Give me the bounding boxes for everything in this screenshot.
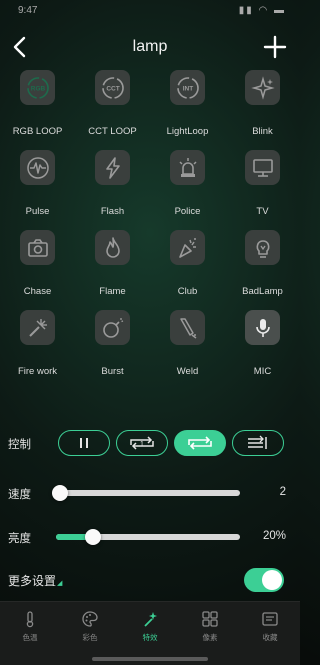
tab-label: 特效 bbox=[142, 633, 158, 642]
tab-label: 彩色 bbox=[82, 633, 98, 642]
bottom-tab-bar: 色温 彩色 特效 像素 收藏 bbox=[0, 601, 300, 665]
effect-label: Flash bbox=[100, 206, 125, 217]
control-label: 控制 bbox=[8, 439, 31, 451]
brightness-label: 亮度 bbox=[8, 533, 31, 545]
repeat-icon bbox=[188, 436, 212, 450]
more-settings-text: 更多设置 bbox=[8, 574, 57, 588]
effect-police[interactable]: Police bbox=[150, 150, 225, 220]
effect-cct-loop[interactable]: CCT CCT LOOP bbox=[75, 70, 150, 140]
firework-icon bbox=[20, 310, 55, 345]
effect-badlamp[interactable]: BadLamp bbox=[225, 230, 300, 300]
effect-label: Flame bbox=[99, 286, 126, 297]
tab-effects[interactable]: 特效 bbox=[120, 610, 180, 646]
speed-slider[interactable] bbox=[52, 485, 240, 501]
home-indicator bbox=[92, 657, 208, 661]
more-settings-label[interactable]: 更多设置◢ bbox=[8, 572, 62, 589]
repeat-one-button[interactable]: 1 bbox=[116, 430, 168, 456]
header: lamp bbox=[0, 28, 300, 68]
pixel-grid-icon bbox=[202, 611, 218, 627]
effect-label: BadLamp bbox=[242, 286, 283, 297]
tv-monitor-icon bbox=[245, 150, 280, 185]
speed-value: 2 bbox=[279, 486, 286, 498]
effect-rgb-loop[interactable]: RGB RGB LOOP bbox=[0, 70, 75, 140]
pause-icon bbox=[80, 438, 88, 448]
flame-icon bbox=[95, 230, 130, 265]
bulb-icon bbox=[245, 230, 280, 265]
tab-color-temperature[interactable]: 色温 bbox=[0, 610, 60, 646]
plus-icon bbox=[263, 35, 287, 59]
effect-label: Club bbox=[177, 286, 198, 297]
effect-flash[interactable]: Flash bbox=[75, 150, 150, 220]
effect-firework[interactable]: Fire work bbox=[0, 310, 75, 380]
effect-label: TV bbox=[256, 206, 269, 217]
effect-chase[interactable]: Chase bbox=[0, 230, 75, 300]
magic-wand-icon bbox=[144, 612, 157, 627]
page-title: lamp bbox=[132, 38, 168, 55]
effect-label: Weld bbox=[176, 366, 199, 377]
effect-blink[interactable]: Blink bbox=[225, 70, 300, 140]
party-popper-icon bbox=[170, 230, 205, 265]
tab-label: 像素 bbox=[202, 633, 218, 642]
effect-pulse[interactable]: Pulse bbox=[0, 150, 75, 220]
speed-slider-knob[interactable] bbox=[52, 485, 68, 501]
thermometer-icon bbox=[26, 611, 34, 628]
effect-club[interactable]: Club bbox=[150, 230, 225, 300]
brightness-slider[interactable] bbox=[56, 529, 240, 545]
effect-label: Burst bbox=[101, 366, 124, 377]
int-loop-icon: INT bbox=[170, 70, 205, 105]
cct-loop-icon: CCT bbox=[95, 70, 130, 105]
bomb-icon bbox=[95, 310, 130, 345]
repeat-one-badge: 1 bbox=[140, 441, 144, 448]
rgb-glyph: RGB bbox=[30, 85, 45, 92]
blink-stars-icon bbox=[245, 70, 280, 105]
effect-label: CCT LOOP bbox=[88, 126, 137, 137]
palette-icon bbox=[82, 611, 98, 627]
police-siren-icon bbox=[170, 150, 205, 185]
effect-tv[interactable]: TV bbox=[225, 150, 300, 220]
cct-glyph: CCT bbox=[106, 85, 119, 92]
expand-caret-icon: ◢ bbox=[57, 580, 63, 587]
playlist-button[interactable] bbox=[232, 430, 284, 456]
welding-torch-icon bbox=[170, 310, 205, 345]
status-bar: 9:47 ▮▮ ◠ ▬ bbox=[0, 0, 300, 22]
effect-label: Police bbox=[174, 206, 201, 217]
favorites-icon bbox=[262, 612, 278, 626]
tab-color[interactable]: 彩色 bbox=[60, 610, 120, 646]
repeat-one-icon: 1 bbox=[130, 436, 154, 450]
effect-label: RGB LOOP bbox=[12, 126, 63, 137]
brightness-slider-knob[interactable] bbox=[84, 529, 101, 545]
effect-label: Fire work bbox=[17, 366, 58, 377]
int-glyph: INT bbox=[182, 85, 193, 92]
toggle-knob bbox=[262, 570, 282, 590]
effect-burst[interactable]: Burst bbox=[75, 310, 150, 380]
effect-label: Blink bbox=[252, 126, 273, 137]
tab-pixels[interactable]: 像素 bbox=[180, 610, 240, 646]
effect-label: MIC bbox=[253, 366, 272, 377]
effect-weld[interactable]: Weld bbox=[150, 310, 225, 380]
effect-label: Pulse bbox=[25, 206, 50, 217]
effect-light-loop[interactable]: INT LightLoop bbox=[150, 70, 225, 140]
lightning-icon bbox=[95, 150, 130, 185]
pause-button[interactable] bbox=[58, 430, 110, 456]
tab-label: 色温 bbox=[22, 633, 38, 642]
tab-label: 收藏 bbox=[262, 633, 278, 642]
effect-label: LightLoop bbox=[166, 126, 209, 137]
status-time: 9:47 bbox=[18, 5, 38, 16]
repeat-button[interactable] bbox=[174, 430, 226, 456]
brightness-value: 20% bbox=[262, 530, 286, 542]
playlist-icon bbox=[248, 435, 267, 449]
microphone-icon bbox=[245, 310, 280, 345]
effect-label: Chase bbox=[23, 286, 52, 297]
effect-flame[interactable]: Flame bbox=[75, 230, 150, 300]
more-settings-toggle[interactable] bbox=[244, 568, 284, 592]
pulse-icon bbox=[20, 150, 55, 185]
tab-favorites[interactable]: 收藏 bbox=[240, 610, 300, 646]
camera-icon bbox=[20, 230, 55, 265]
effect-mic[interactable]: MIC bbox=[225, 310, 300, 380]
rgb-loop-icon: RGB bbox=[20, 70, 55, 105]
add-button[interactable] bbox=[262, 34, 288, 60]
speed-label: 速度 bbox=[8, 489, 31, 501]
status-icons: ▮▮ ◠ ▬ bbox=[238, 5, 286, 16]
